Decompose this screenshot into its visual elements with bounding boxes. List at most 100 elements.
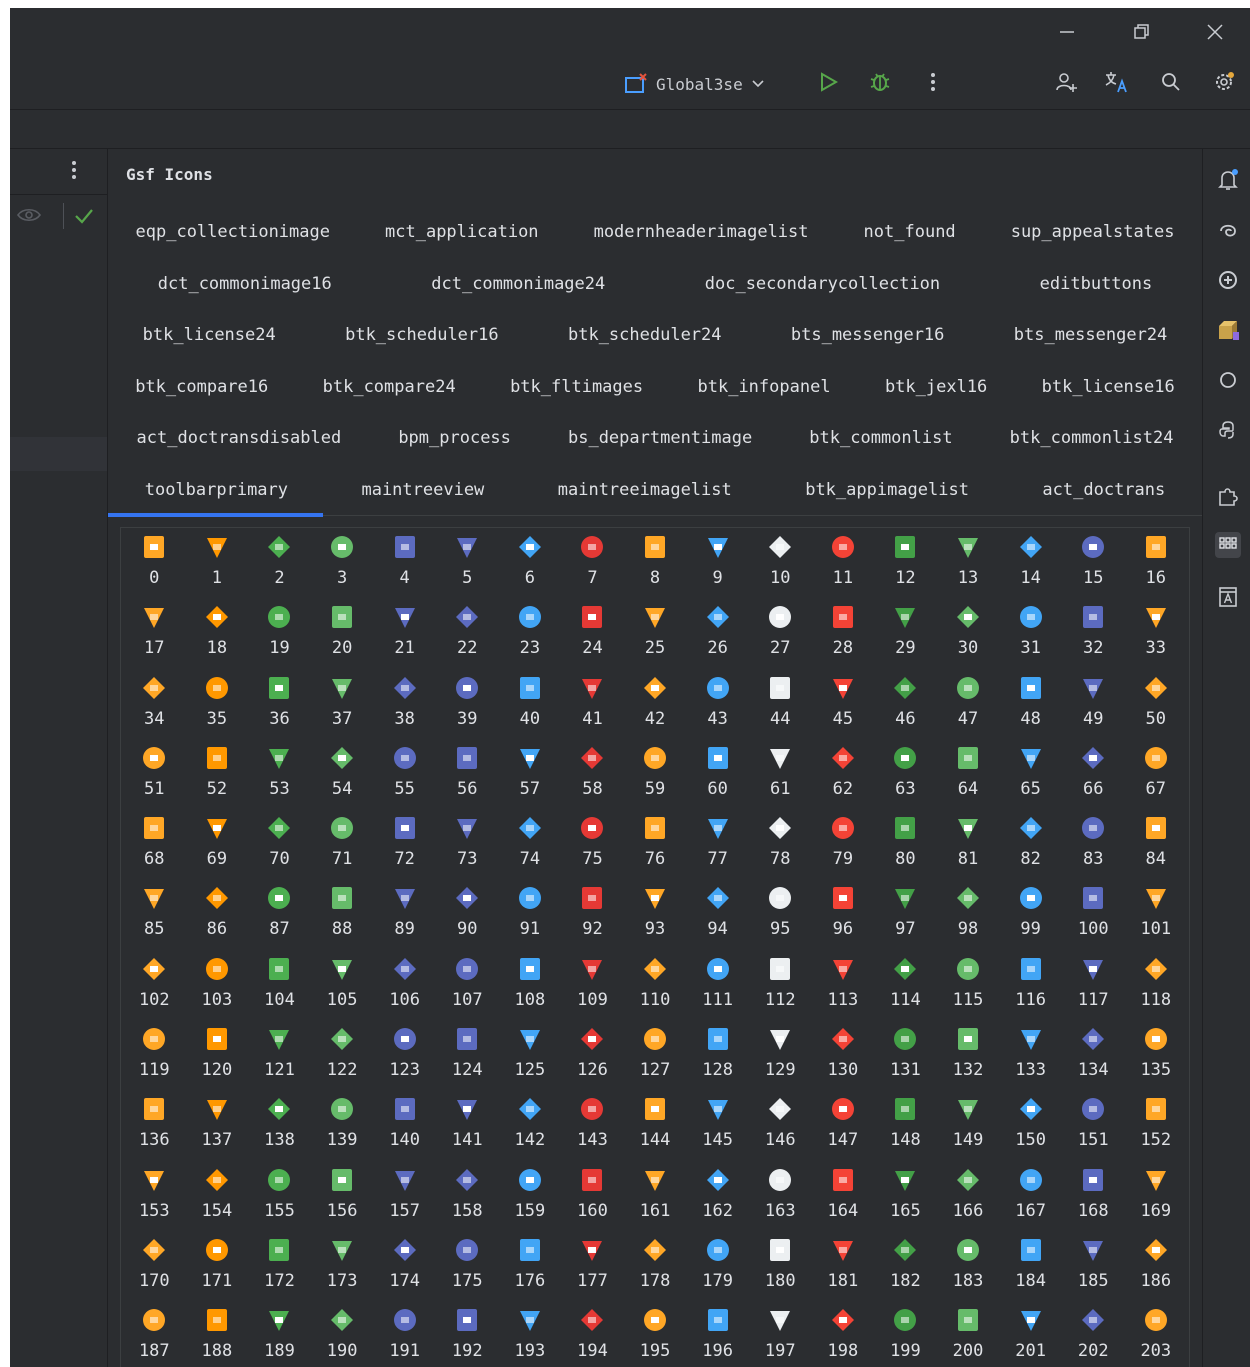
icon-cell[interactable]: 47 — [937, 673, 1000, 743]
icon-cell[interactable]: 12 — [874, 532, 937, 602]
icon-cell[interactable]: 105 — [311, 954, 374, 1024]
icon-cell[interactable]: 19 — [248, 602, 311, 672]
icon-cell[interactable]: 18 — [186, 602, 249, 672]
icon-cell[interactable]: 120 — [186, 1024, 249, 1094]
icon-cell[interactable]: 43 — [686, 673, 749, 743]
icon-cell[interactable]: 52 — [186, 743, 249, 813]
icon-cell[interactable]: 119 — [123, 1024, 186, 1094]
icon-cell[interactable]: 13 — [937, 532, 1000, 602]
icon-cell[interactable]: 136 — [123, 1094, 186, 1164]
icon-cell[interactable]: 185 — [1062, 1235, 1125, 1305]
icon-cell[interactable]: 180 — [749, 1235, 812, 1305]
icon-cell[interactable]: 54 — [311, 743, 374, 813]
debug-icon[interactable] — [867, 69, 893, 95]
icon-cell[interactable]: 41 — [561, 673, 624, 743]
restore-icon[interactable] — [1126, 18, 1156, 46]
icon-cell[interactable]: 184 — [999, 1235, 1062, 1305]
icon-cell[interactable]: 139 — [311, 1094, 374, 1164]
icon-cell[interactable]: 196 — [686, 1305, 749, 1367]
icon-cell[interactable]: 188 — [186, 1305, 249, 1367]
icon-cell[interactable]: 152 — [1125, 1094, 1188, 1164]
icon-cell[interactable]: 10 — [749, 532, 812, 602]
icon-cell[interactable]: 199 — [874, 1305, 937, 1367]
icon-cell[interactable]: 131 — [874, 1024, 937, 1094]
notifications-icon[interactable] — [1215, 167, 1241, 193]
icon-cell[interactable]: 36 — [248, 673, 311, 743]
more-options-icon[interactable] — [920, 69, 946, 95]
icon-cell[interactable]: 1 — [186, 532, 249, 602]
icon-cell[interactable]: 59 — [624, 743, 687, 813]
icon-cell[interactable]: 134 — [1062, 1024, 1125, 1094]
icon-cell[interactable]: 33 — [1125, 602, 1188, 672]
tab-modernheaderimagelist[interactable]: modernheaderimagelist — [584, 222, 819, 242]
icon-cell[interactable]: 202 — [1062, 1305, 1125, 1367]
icon-cell[interactable]: 112 — [749, 954, 812, 1024]
python-icon[interactable] — [1215, 417, 1241, 443]
icon-cell[interactable]: 164 — [812, 1165, 875, 1235]
icon-cell[interactable]: 106 — [373, 954, 436, 1024]
icon-cell[interactable]: 92 — [561, 883, 624, 953]
icon-cell[interactable]: 44 — [749, 673, 812, 743]
icon-cell[interactable]: 70 — [248, 813, 311, 883]
icon-cell[interactable]: 125 — [499, 1024, 562, 1094]
icon-cell[interactable]: 78 — [749, 813, 812, 883]
icon-cell[interactable]: 116 — [999, 954, 1062, 1024]
icon-cell[interactable]: 123 — [373, 1024, 436, 1094]
run-config-selector[interactable]: Global3se — [624, 71, 765, 97]
tab-btk-license24[interactable]: btk_license24 — [133, 325, 286, 345]
icon-cell[interactable]: 45 — [812, 673, 875, 743]
icon-cell[interactable]: 95 — [749, 883, 812, 953]
icon-cell[interactable]: 51 — [123, 743, 186, 813]
icon-cell[interactable]: 203 — [1125, 1305, 1188, 1367]
icon-cell[interactable]: 50 — [1125, 673, 1188, 743]
icon-cell[interactable]: 154 — [186, 1165, 249, 1235]
icon-cell[interactable]: 94 — [686, 883, 749, 953]
icon-cell[interactable]: 167 — [999, 1165, 1062, 1235]
tab-btk-scheduler24[interactable]: btk_scheduler24 — [558, 325, 732, 345]
icon-cell[interactable]: 110 — [624, 954, 687, 1024]
tab-btk-infopanel[interactable]: btk_infopanel — [688, 377, 841, 397]
ai-assistant-icon[interactable] — [1215, 218, 1241, 244]
icon-cell[interactable]: 82 — [999, 813, 1062, 883]
icon-cell[interactable]: 22 — [436, 602, 499, 672]
icon-cell[interactable]: 197 — [749, 1305, 812, 1367]
icon-cell[interactable]: 38 — [373, 673, 436, 743]
tab-bts-messenger24[interactable]: bts_messenger24 — [1004, 325, 1178, 345]
icon-cell[interactable]: 58 — [561, 743, 624, 813]
icon-cell[interactable]: 0 — [123, 532, 186, 602]
icon-cell[interactable]: 198 — [812, 1305, 875, 1367]
icon-cell[interactable]: 194 — [561, 1305, 624, 1367]
grid-view-icon[interactable] — [1215, 532, 1241, 558]
icon-cell[interactable]: 24 — [561, 602, 624, 672]
icon-cell[interactable]: 178 — [624, 1235, 687, 1305]
icon-cell[interactable]: 40 — [499, 673, 562, 743]
icon-cell[interactable]: 66 — [1062, 743, 1125, 813]
icon-cell[interactable]: 187 — [123, 1305, 186, 1367]
icon-cell[interactable]: 122 — [311, 1024, 374, 1094]
tab-sup-appealstates[interactable]: sup_appealstates — [1001, 222, 1185, 242]
tab-dct-commonimage16[interactable]: dct_commonimage16 — [148, 274, 342, 294]
icon-cell[interactable]: 93 — [624, 883, 687, 953]
icon-cell[interactable]: 170 — [123, 1235, 186, 1305]
icon-cell[interactable]: 20 — [311, 602, 374, 672]
icon-cell[interactable]: 55 — [373, 743, 436, 813]
icon-cell[interactable]: 168 — [1062, 1165, 1125, 1235]
icon-cell[interactable]: 90 — [436, 883, 499, 953]
icon-cell[interactable]: 117 — [1062, 954, 1125, 1024]
minimize-icon[interactable] — [1052, 18, 1082, 46]
icon-cell[interactable]: 183 — [937, 1235, 1000, 1305]
icon-cell[interactable]: 65 — [999, 743, 1062, 813]
icon-cell[interactable]: 73 — [436, 813, 499, 883]
icon-cell[interactable]: 109 — [561, 954, 624, 1024]
icon-cell[interactable]: 100 — [1062, 883, 1125, 953]
icon-cell[interactable]: 128 — [686, 1024, 749, 1094]
tab-eqp-collectionimage[interactable]: eqp_collectionimage — [126, 222, 340, 242]
icon-cell[interactable]: 75 — [561, 813, 624, 883]
tab-not-found[interactable]: not_found — [854, 222, 966, 242]
icon-cell[interactable]: 49 — [1062, 673, 1125, 743]
icon-cell[interactable]: 68 — [123, 813, 186, 883]
icon-cell[interactable]: 172 — [248, 1235, 311, 1305]
icon-cell[interactable]: 179 — [686, 1235, 749, 1305]
icon-cell[interactable]: 115 — [937, 954, 1000, 1024]
icon-cell[interactable]: 124 — [436, 1024, 499, 1094]
